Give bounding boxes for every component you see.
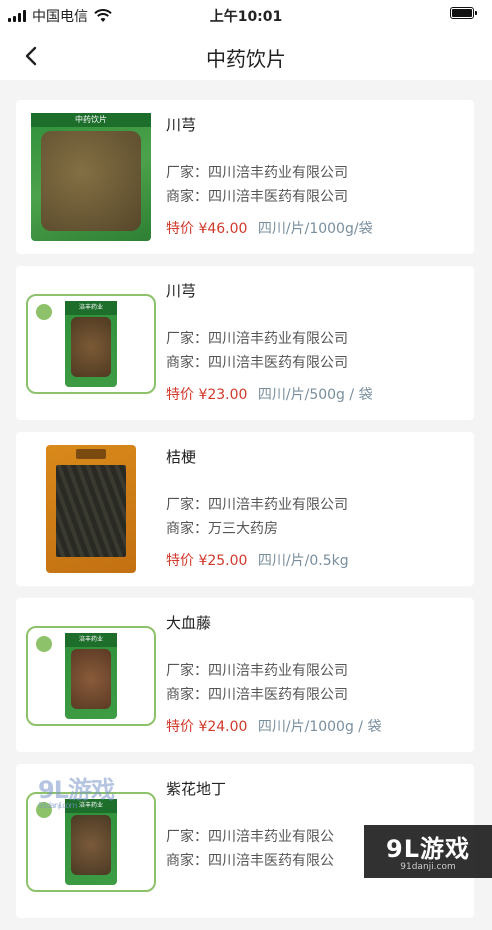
price-row: 特价 ¥46.00 四川/片/1000g/袋 [166,218,373,238]
watermark-logo: 9L游戏 91danji.com [38,770,138,810]
product-info: 桔梗 厂家：四川涪丰药业有限公司 商家：万三大药房 [166,446,464,540]
manufacturer-row: 厂家：四川涪丰药业有限公司 [166,328,464,350]
product-name: 桔梗 [166,448,197,466]
package-image: 涪丰药业 [65,799,117,885]
product-name: 紫花地丁 [166,780,227,798]
merchant-label: 商家： [166,355,208,371]
merchant-value: 四川涪丰医药有限公 [208,853,334,869]
page-title: 中药饮片 [206,47,286,71]
product-card[interactable]: 涪丰药业 川芎 厂家：四川涪丰药业有限公司 商家：四川涪丰医药有限公司 特价 ¥… [16,266,474,420]
manufacturer-value: 四川涪丰药业有限公司 [208,663,348,679]
package-image: 中药饮片 [31,113,151,241]
product-image: 涪丰药业 [26,626,156,726]
nav-bar: 中药饮片 [0,30,492,80]
watermark-right-main: 9L游戏 [386,835,470,863]
special-price-label: 特价 [166,553,194,569]
watermark-left-main: 9L游戏 [38,776,115,804]
manufacturer-value: 四川涪丰药业有限公 [208,829,334,845]
merchant-value: 四川涪丰医药有限公司 [208,687,348,703]
package-label: 涪丰药业 [65,633,117,647]
merchant-label: 商家： [166,687,208,703]
price-row: 特价 ¥24.00 四川/片/1000g / 袋 [166,716,381,736]
product-name: 大血藤 [166,614,212,632]
watermark-right-sub: 91danji.com [400,862,456,872]
price-row: 特价 ¥25.00 四川/片/0.5kg [166,550,349,570]
merchant-row: 商家：万三大药房 [166,518,464,540]
battery-icon [450,7,477,19]
merchant-label: 商家： [166,521,208,537]
product-image: 中药饮片 [26,112,156,242]
merchant-label: 商家： [166,853,208,869]
product-info: 大血藤 厂家：四川涪丰药业有限公司 商家：四川涪丰医药有限公司 [166,612,464,706]
manufacturer-label: 厂家： [166,829,208,845]
merchant-row: 商家：四川涪丰医药有限公司 [166,352,464,374]
merchant-value: 四川涪丰医药有限公司 [208,189,348,205]
product-card[interactable]: 中药饮片 川芎 厂家：四川涪丰药业有限公司 商家：四川涪丰医药有限公司 特价 ¥… [16,100,474,254]
package-label: 中药饮片 [31,113,151,127]
package-image: 涪丰药业 [65,301,117,387]
spec-text: 四川/片/1000g/袋 [257,221,373,237]
manufacturer-label: 厂家： [166,663,208,679]
price-value: ¥23.00 [198,387,248,403]
product-card[interactable]: 桔梗 厂家：四川涪丰药业有限公司 商家：万三大药房 特价 ¥25.00 四川/片… [16,432,474,586]
merchant-row: 商家：四川涪丰医药有限公司 [166,684,464,706]
manufacturer-value: 四川涪丰药业有限公司 [208,165,348,181]
special-price-label: 特价 [166,719,194,735]
price-value: ¥46.00 [198,221,248,237]
manufacturer-row: 厂家：四川涪丰药业有限公司 [166,162,464,184]
special-price-label: 特价 [166,221,194,237]
product-info: 川芎 厂家：四川涪丰药业有限公司 商家：四川涪丰医药有限公司 [166,114,464,208]
product-card[interactable]: 涪丰药业 大血藤 厂家：四川涪丰药业有限公司 商家：四川涪丰医药有限公司 特价 … [16,598,474,752]
watermark-badge: 9L游戏 91danji.com [364,825,492,878]
manufacturer-row: 厂家：四川涪丰药业有限公司 [166,660,464,682]
status-time: 上午10:01 [209,9,283,25]
manufacturer-row: 厂家：四川涪丰药业有限公司 [166,494,464,516]
spec-text: 四川/片/1000g / 袋 [257,719,382,735]
manufacturer-value: 四川涪丰药业有限公司 [208,331,348,347]
manufacturer-label: 厂家： [166,331,208,347]
product-info: 川芎 厂家：四川涪丰药业有限公司 商家：四川涪丰医药有限公司 [166,280,464,374]
package-image [46,445,136,573]
special-price-label: 特价 [166,387,194,403]
manufacturer-value: 四川涪丰药业有限公司 [208,497,348,513]
price-value: ¥25.00 [198,553,248,569]
package-image: 涪丰药业 [65,633,117,719]
brand-logo-icon [36,636,52,652]
merchant-label: 商家： [166,189,208,205]
price-value: ¥24.00 [198,719,248,735]
merchant-value: 万三大药房 [208,521,278,537]
product-name: 川芎 [166,282,197,300]
product-image: 涪丰药业 [26,294,156,394]
brand-logo-icon [36,304,52,320]
manufacturer-label: 厂家： [166,165,208,181]
price-row: 特价 ¥23.00 四川/片/500g / 袋 [166,384,373,404]
package-label: 涪丰药业 [65,301,117,315]
manufacturer-label: 厂家： [166,497,208,513]
spec-text: 四川/片/0.5kg [257,553,349,569]
spec-text: 四川/片/500g / 袋 [257,387,373,403]
product-name: 川芎 [166,116,197,134]
status-bar: 中国电信 上午10:01 [0,0,492,30]
product-image [26,444,156,574]
merchant-row: 商家：四川涪丰医药有限公司 [166,186,464,208]
merchant-value: 四川涪丰医药有限公司 [208,355,348,371]
